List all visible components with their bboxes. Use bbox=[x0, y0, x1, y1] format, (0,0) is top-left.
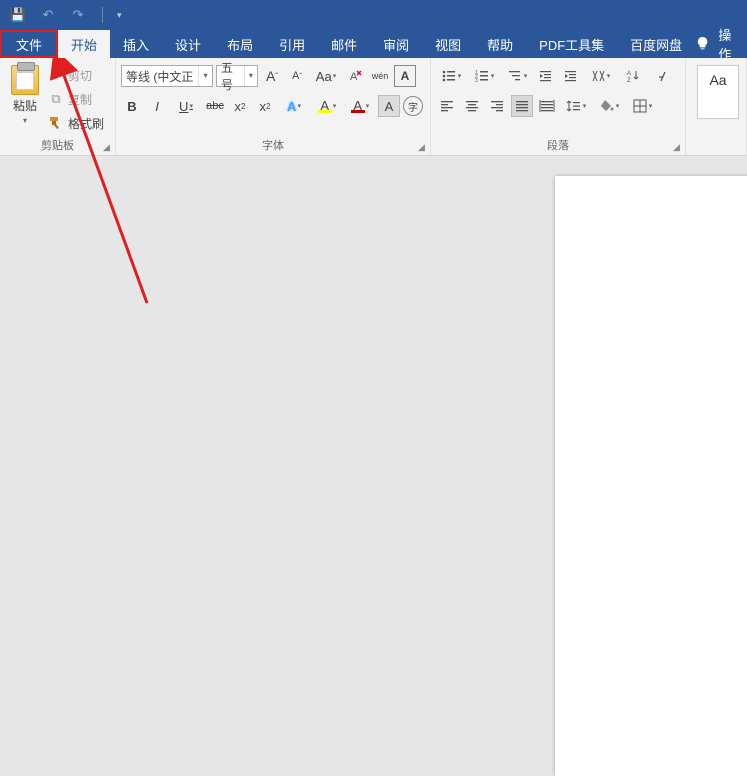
menu-right: 操作 bbox=[695, 30, 747, 58]
copy-button[interactable]: ⧉ 复制 bbox=[48, 88, 104, 110]
copy-icon: ⧉ bbox=[48, 91, 64, 107]
align-left-button[interactable] bbox=[436, 95, 458, 117]
qat-separator bbox=[102, 7, 103, 23]
menu-baidupan[interactable]: 百度网盘 bbox=[617, 30, 695, 58]
undo-button[interactable]: ↶ bbox=[38, 5, 58, 25]
font-color-button[interactable]: A▾ bbox=[345, 95, 375, 117]
paragraph-dialog-launcher[interactable]: ◢ bbox=[671, 142, 682, 153]
text-effects-button[interactable]: A▾ bbox=[279, 95, 309, 117]
change-case-button[interactable]: Aa▾ bbox=[311, 65, 341, 87]
chevron-down-icon[interactable]: ▾ bbox=[198, 66, 212, 86]
clear-formatting-button[interactable]: A bbox=[344, 65, 366, 87]
borders-button[interactable]: ▾ bbox=[627, 95, 657, 117]
cut-label: 剪切 bbox=[68, 67, 92, 84]
font-dialog-launcher[interactable]: ◢ bbox=[416, 142, 427, 153]
copy-label: 复制 bbox=[68, 91, 92, 108]
bullets-button[interactable]: ▾ bbox=[436, 65, 466, 87]
tellme-icon[interactable] bbox=[695, 36, 710, 52]
font-size-combo[interactable]: 五号 ▾ bbox=[216, 65, 258, 87]
font-group-label: 字体 ◢ bbox=[116, 137, 430, 155]
menu-home[interactable]: 开始 bbox=[58, 30, 110, 58]
group-paragraph: ▾ 123▾ ▾ ▾ AZ ▾ ▾ ▾ bbox=[431, 58, 686, 155]
increase-indent-button[interactable] bbox=[560, 65, 582, 87]
document-canvas[interactable]: ↲ bbox=[0, 156, 747, 574]
multilevel-list-button[interactable]: ▾ bbox=[502, 65, 532, 87]
cut-button[interactable]: ✂ 剪切 bbox=[48, 64, 104, 86]
formatpainter-label: 格式刷 bbox=[68, 115, 104, 132]
svg-text:A: A bbox=[627, 71, 631, 77]
font-name-combo[interactable]: 等线 (中文正 ▾ bbox=[121, 65, 213, 87]
menu-help[interactable]: 帮助 bbox=[474, 30, 526, 58]
character-border-button[interactable]: A bbox=[394, 65, 416, 87]
paragraph-group-label: 段落 ◢ bbox=[431, 137, 685, 155]
menu-references[interactable]: 引用 bbox=[266, 30, 318, 58]
menu-insert[interactable]: 插入 bbox=[110, 30, 162, 58]
menu-design[interactable]: 设计 bbox=[162, 30, 214, 58]
italic-button[interactable]: I bbox=[146, 95, 168, 117]
scissors-icon: ✂ bbox=[48, 67, 64, 83]
character-shading-button[interactable]: A bbox=[378, 95, 400, 117]
ribbon: 粘贴 ▾ ✂ 剪切 ⧉ 复制 格式刷 bbox=[0, 58, 747, 156]
show-marks-button[interactable] bbox=[651, 65, 673, 87]
menu-pdftools[interactable]: PDF工具集 bbox=[526, 30, 617, 58]
strikethrough-button[interactable]: abc bbox=[204, 95, 226, 117]
distributed-button[interactable] bbox=[536, 95, 558, 117]
svg-text:Z: Z bbox=[627, 78, 631, 84]
subscript-button[interactable]: x2 bbox=[229, 95, 251, 117]
sort-button[interactable]: AZ bbox=[618, 65, 648, 87]
save-button[interactable]: 💾 bbox=[8, 5, 28, 25]
svg-text:A: A bbox=[350, 71, 358, 83]
line-spacing-button[interactable]: ▾ bbox=[561, 95, 591, 117]
menu-view[interactable]: 视图 bbox=[422, 30, 474, 58]
style-thumbnail-normal[interactable]: Aa bbox=[697, 65, 739, 119]
shrink-font-button[interactable]: Aˇ bbox=[286, 65, 308, 87]
grow-font-button[interactable]: Aˆ bbox=[261, 65, 283, 87]
highlight-button[interactable]: A▾ bbox=[312, 95, 342, 117]
group-font: 等线 (中文正 ▾ 五号 ▾ Aˆ Aˇ Aa▾ A wén A bbox=[116, 58, 431, 155]
font-name-value: 等线 (中文正 bbox=[126, 68, 193, 85]
highlight-color-swatch bbox=[318, 110, 332, 113]
menu-review[interactable]: 审阅 bbox=[370, 30, 422, 58]
clipboard-group-label: 剪贴板 ◢ bbox=[0, 137, 115, 155]
group-clipboard: 粘贴 ▾ ✂ 剪切 ⧉ 复制 格式刷 bbox=[0, 58, 116, 155]
paste-caret[interactable]: ▾ bbox=[23, 116, 27, 125]
formatpainter-button[interactable]: 格式刷 bbox=[48, 112, 104, 134]
align-justify-button[interactable] bbox=[511, 95, 533, 117]
styles-group-label bbox=[686, 137, 746, 155]
clipboard-dialog-launcher[interactable]: ◢ bbox=[101, 142, 112, 153]
title-bar: 💾 ↶ ↷ ▾ bbox=[0, 0, 747, 30]
align-center-button[interactable] bbox=[461, 95, 483, 117]
underline-button[interactable]: U▾ bbox=[171, 95, 201, 117]
paste-label: 粘贴 bbox=[13, 97, 37, 114]
font-size-value: 五号 bbox=[221, 59, 244, 93]
menu-layout[interactable]: 布局 bbox=[214, 30, 266, 58]
menu-file[interactable]: 文件 bbox=[0, 30, 58, 58]
phonetic-guide-button[interactable]: wén bbox=[369, 65, 391, 87]
qat-customize-caret[interactable]: ▾ bbox=[117, 10, 122, 21]
decrease-indent-button[interactable] bbox=[535, 65, 557, 87]
asian-layout-button[interactable]: ▾ bbox=[585, 65, 615, 87]
bold-button[interactable]: B bbox=[121, 95, 143, 117]
menu-bar: 文件 开始 插入 设计 布局 引用 邮件 审阅 视图 帮助 PDF工具集 百度网… bbox=[0, 30, 747, 58]
font-color-swatch bbox=[351, 110, 365, 113]
shading-button[interactable]: ▾ bbox=[594, 95, 624, 117]
enclose-characters-button[interactable]: 字 bbox=[403, 96, 423, 116]
svg-text:3: 3 bbox=[475, 78, 478, 84]
paste-icon bbox=[11, 65, 39, 95]
numbering-button[interactable]: 123▾ bbox=[469, 65, 499, 87]
menu-mailings[interactable]: 邮件 bbox=[318, 30, 370, 58]
paste-button[interactable]: 粘贴 ▾ bbox=[5, 61, 45, 125]
chevron-down-icon[interactable]: ▾ bbox=[244, 66, 257, 86]
group-styles: Aa bbox=[686, 58, 747, 155]
redo-button[interactable]: ↷ bbox=[68, 5, 88, 25]
document-page[interactable]: ↲ bbox=[555, 176, 747, 776]
superscript-button[interactable]: x2 bbox=[254, 95, 276, 117]
brush-icon bbox=[48, 115, 64, 131]
align-right-button[interactable] bbox=[486, 95, 508, 117]
